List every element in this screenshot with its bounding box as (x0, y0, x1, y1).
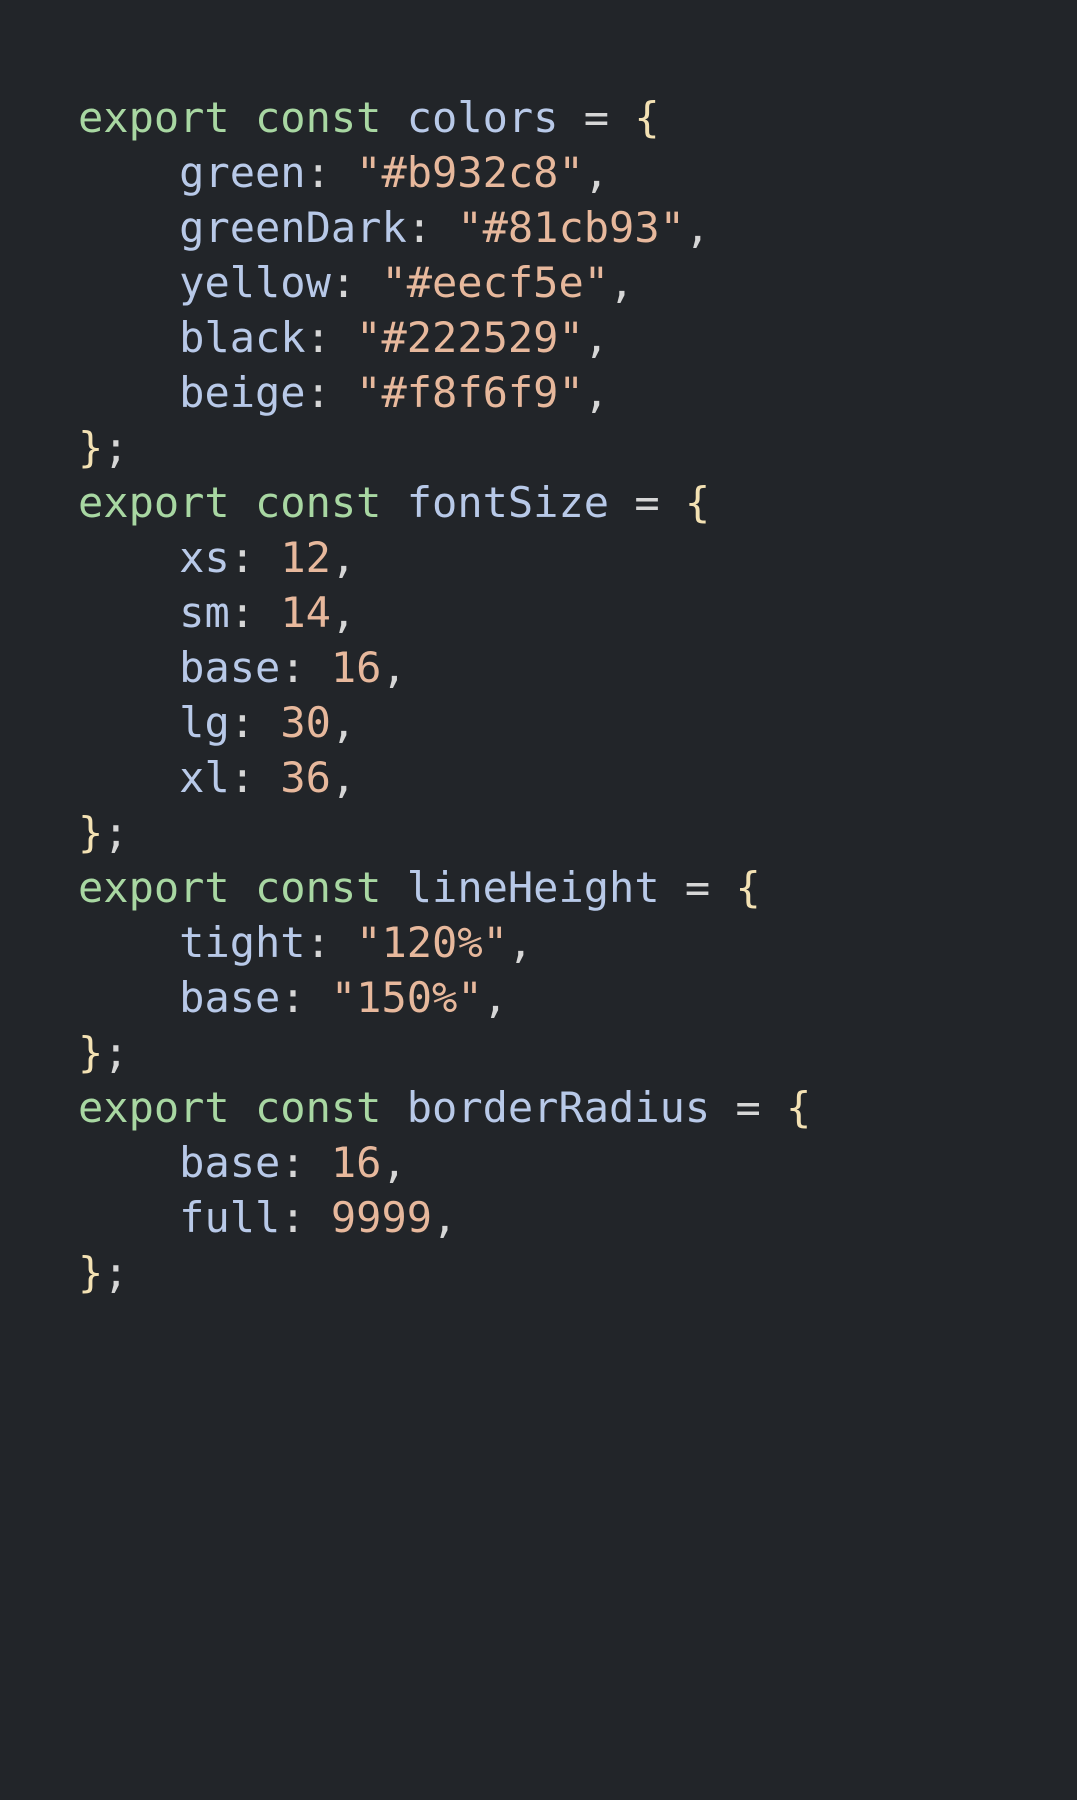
brace-close: } (78, 1028, 103, 1077)
colon: : (306, 368, 357, 417)
colon: : (280, 1193, 331, 1242)
operator-equals: = (710, 1083, 786, 1132)
comma: , (584, 368, 609, 417)
string-literal: "#81cb93" (457, 203, 685, 252)
operator-equals: = (609, 478, 685, 527)
number-literal: 12 (280, 533, 331, 582)
identifier-colors: colors (407, 93, 559, 142)
string-literal: "#222529" (356, 313, 584, 362)
comma: , (381, 643, 406, 692)
number-literal: 9999 (331, 1193, 432, 1242)
comma: , (331, 753, 356, 802)
keyword-const: const (255, 93, 381, 142)
property-key-tight: tight (179, 918, 305, 967)
comma: , (584, 148, 609, 197)
property-key-base: base (179, 1138, 280, 1187)
colon: : (306, 148, 357, 197)
keyword-export: export (78, 863, 230, 912)
keyword-export: export (78, 1083, 230, 1132)
colon: : (306, 918, 357, 967)
property-key-sm: sm (179, 588, 230, 637)
comma: , (331, 533, 356, 582)
number-literal: 16 (331, 1138, 382, 1187)
keyword-export: export (78, 478, 230, 527)
identifier-lineHeight: lineHeight (407, 863, 660, 912)
colon: : (306, 313, 357, 362)
keyword-const: const (255, 863, 381, 912)
property-key-beige: beige (179, 368, 305, 417)
number-literal: 14 (280, 588, 331, 637)
number-literal: 36 (280, 753, 331, 802)
brace-open: { (735, 863, 760, 912)
keyword-export: export (78, 93, 230, 142)
colon: : (280, 973, 331, 1022)
string-literal: "#eecf5e" (381, 258, 609, 307)
property-key-base: base (179, 643, 280, 692)
string-literal: "120%" (356, 918, 508, 967)
property-key-full: full (179, 1193, 280, 1242)
comma: , (331, 698, 356, 747)
comma: , (584, 313, 609, 362)
colon: : (230, 698, 281, 747)
semicolon: ; (103, 1248, 128, 1297)
colon: : (230, 533, 281, 582)
property-key-xs: xs (179, 533, 230, 582)
brace-close: } (78, 1248, 103, 1297)
number-literal: 30 (280, 698, 331, 747)
brace-open: { (786, 1083, 811, 1132)
comma: , (381, 1138, 406, 1187)
brace-close: } (78, 423, 103, 472)
code-block: export const colors = { green: "#b932c8"… (0, 0, 1077, 1300)
operator-equals: = (660, 863, 736, 912)
identifier-borderRadius: borderRadius (407, 1083, 710, 1132)
property-key-black: black (179, 313, 305, 362)
comma: , (331, 588, 356, 637)
colon: : (230, 588, 281, 637)
comma: , (609, 258, 634, 307)
comma: , (508, 918, 533, 967)
brace-close: } (78, 808, 103, 857)
brace-open: { (685, 478, 710, 527)
colon: : (280, 1138, 331, 1187)
comma: , (685, 203, 710, 252)
identifier-fontSize: fontSize (407, 478, 609, 527)
brace-open: { (634, 93, 659, 142)
property-key-yellow: yellow (179, 258, 331, 307)
keyword-const: const (255, 478, 381, 527)
keyword-const: const (255, 1083, 381, 1132)
number-literal: 16 (331, 643, 382, 692)
string-literal: "150%" (331, 973, 483, 1022)
string-literal: "#f8f6f9" (356, 368, 584, 417)
colon: : (331, 258, 382, 307)
semicolon: ; (103, 808, 128, 857)
string-literal: "#b932c8" (356, 148, 584, 197)
property-key-greenDark: greenDark (179, 203, 407, 252)
colon: : (230, 753, 281, 802)
colon: : (280, 643, 331, 692)
colon: : (407, 203, 458, 252)
semicolon: ; (103, 423, 128, 472)
comma: , (483, 973, 508, 1022)
property-key-green: green (179, 148, 305, 197)
property-key-lg: lg (179, 698, 230, 747)
property-key-xl: xl (179, 753, 230, 802)
semicolon: ; (103, 1028, 128, 1077)
property-key-base: base (179, 973, 280, 1022)
comma: , (432, 1193, 457, 1242)
operator-equals: = (558, 93, 634, 142)
